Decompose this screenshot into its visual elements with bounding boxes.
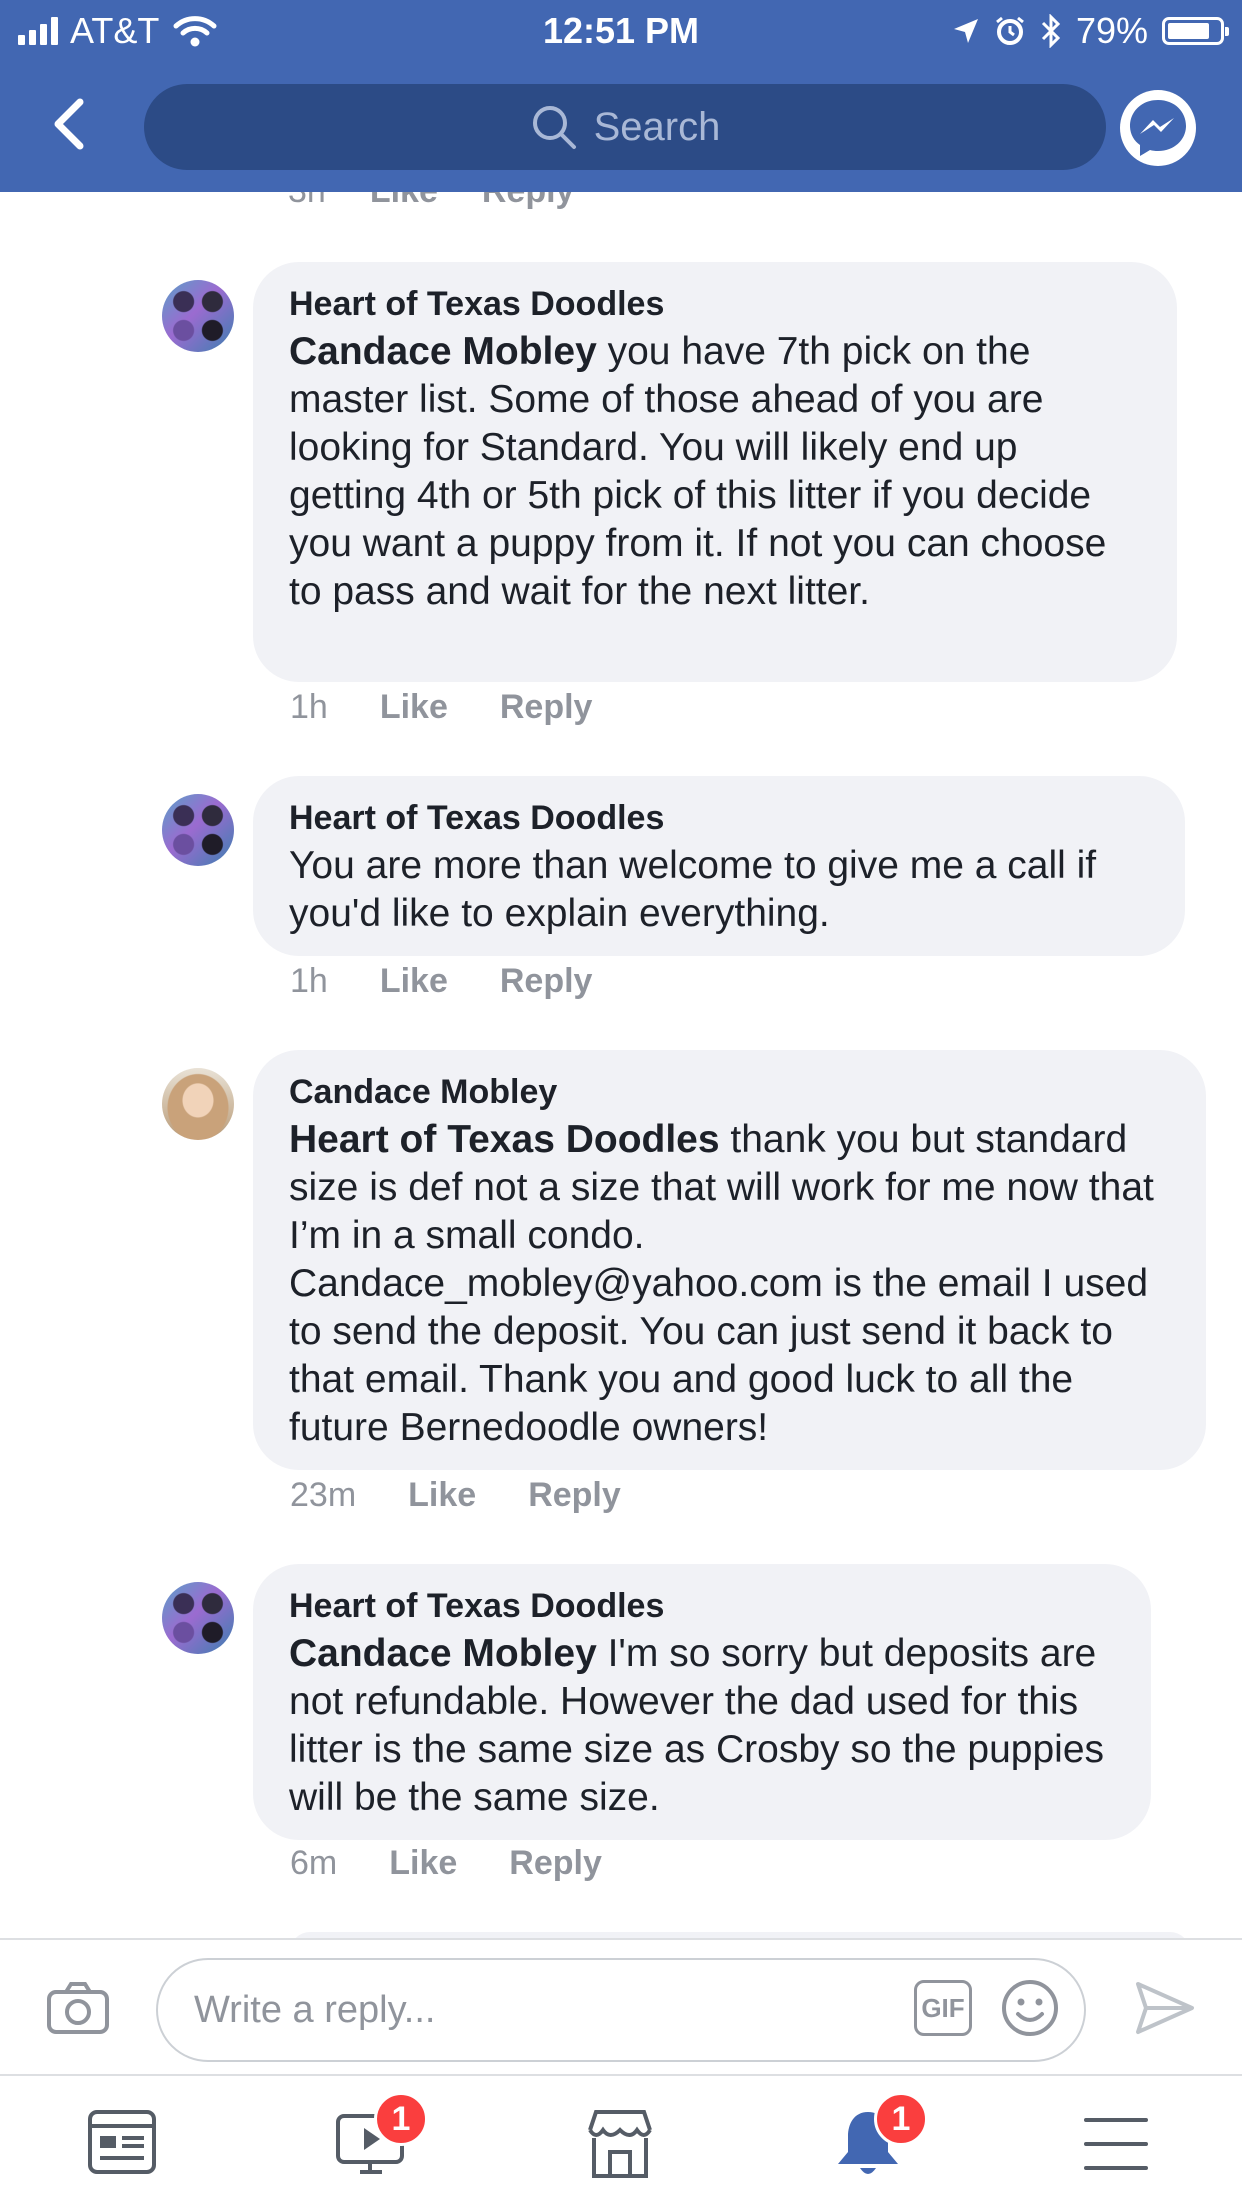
avatar[interactable] [162, 794, 234, 866]
reply-link[interactable]: Reply [500, 688, 593, 727]
comment-actions: 23m Like Reply [290, 1476, 673, 1515]
comment-bubble[interactable]: Heart of Texas Doodles You are more than… [253, 776, 1185, 956]
comment-text: Heart of Texas Doodles thank you but sta… [289, 1116, 1170, 1452]
comment-text: Candace Mobley I'm so sorry but deposits… [289, 1630, 1115, 1822]
messenger-button[interactable] [1120, 90, 1196, 166]
watch-badge: 1 [374, 2092, 428, 2146]
previous-reply-link[interactable]: Reply [482, 192, 575, 211]
comment-bubble[interactable]: Candace Mobley Heart of Texas Doodles th… [253, 1050, 1206, 1470]
comment-time: 1h [290, 688, 328, 726]
comment-actions: 1h Like Reply [290, 962, 644, 1001]
location-arrow-icon [953, 19, 978, 43]
comment-body: You are more than welcome to give me a c… [289, 844, 1097, 935]
status-bar: AT&T 12:51 PM 79% [0, 0, 1242, 64]
previous-comment-time: 3h [288, 192, 326, 211]
bluetooth-icon [1041, 14, 1061, 48]
top-header: AT&T 12:51 PM 79% Search [0, 0, 1242, 192]
comment-time: 1h [290, 962, 328, 1000]
send-icon [1136, 1982, 1194, 2034]
messenger-icon [1130, 100, 1186, 156]
comment-mention[interactable]: Candace Mobley [289, 1632, 597, 1675]
reply-composer: Write a reply... GIF [0, 1938, 1242, 2074]
comment-actions: 6m Like Reply [290, 1844, 654, 1883]
tab-news-feed[interactable] [86, 2106, 166, 2186]
search-placeholder: Search [593, 104, 721, 149]
camera-icon [47, 1982, 109, 2034]
chevron-left-icon [54, 98, 84, 150]
send-button[interactable] [1134, 1980, 1196, 2041]
comment-mention[interactable]: Heart of Texas Doodles [289, 1118, 720, 1161]
reply-link[interactable]: Reply [528, 1476, 621, 1515]
bottom-tab-bar: 1 1 [0, 2074, 1242, 2208]
avatar[interactable] [162, 1582, 234, 1654]
reply-link[interactable]: Reply [509, 1844, 602, 1883]
comment-thread: 3h Like Reply Heart of Texas Doodles Can… [0, 192, 1242, 1938]
gif-button[interactable]: GIF [914, 1980, 972, 2036]
reply-placeholder: Write a reply... [194, 1988, 436, 2031]
comment-text: Candace Mobley you have 7th pick on the … [289, 328, 1141, 616]
comment-author[interactable]: Heart of Texas Doodles [289, 798, 1149, 838]
tab-marketplace[interactable] [582, 2106, 662, 2186]
smiley-icon [1002, 1980, 1058, 2036]
comment-author[interactable]: Heart of Texas Doodles [289, 1586, 1115, 1626]
tab-watch[interactable]: 1 [334, 2092, 428, 2186]
avatar[interactable] [162, 280, 234, 352]
tab-notifications[interactable]: 1 [830, 2092, 928, 2186]
reply-link[interactable]: Reply [500, 962, 593, 1001]
comment-time: 6m [290, 1844, 338, 1882]
notifications-badge: 1 [874, 2092, 928, 2146]
comment-mention[interactable]: Candace Mobley [289, 330, 597, 373]
comment-actions: 1h Like Reply [290, 688, 644, 727]
comment-bubble[interactable]: Heart of Texas Doodles Candace Mobley yo… [253, 262, 1177, 682]
alarm-clock-icon [996, 16, 1024, 45]
like-link[interactable]: Like [389, 1844, 457, 1883]
comment-bubble[interactable]: Heart of Texas Doodles Candace Mobley I'… [253, 1564, 1151, 1840]
comment-body: thank you but standard size is def not a… [289, 1118, 1154, 1449]
like-link[interactable]: Like [408, 1476, 476, 1515]
previous-like-link[interactable]: Like [370, 192, 438, 211]
previous-comment-actions: 3h Like Reply [288, 192, 618, 211]
comment-time: 23m [290, 1476, 357, 1514]
status-icons: 79% [952, 10, 1229, 52]
comment-text: You are more than welcome to give me a c… [289, 842, 1149, 938]
battery-icon [1162, 17, 1229, 45]
comment-author[interactable]: Heart of Texas Doodles [289, 284, 1141, 324]
news-feed-icon [88, 2110, 156, 2174]
camera-button[interactable] [46, 1980, 110, 2041]
search-icon [532, 106, 576, 149]
emoji-button[interactable] [1000, 1978, 1060, 2043]
hamburger-menu-icon [1084, 2118, 1148, 2170]
like-link[interactable]: Like [380, 688, 448, 727]
like-link[interactable]: Like [380, 962, 448, 1001]
search-input[interactable]: Search [144, 84, 1106, 170]
comment-author[interactable]: Candace Mobley [289, 1072, 1170, 1112]
battery-percent: 79% [1075, 10, 1148, 51]
avatar[interactable] [162, 1068, 234, 1140]
marketplace-icon [588, 2110, 652, 2178]
tab-menu[interactable] [1078, 2106, 1158, 2186]
back-button[interactable] [48, 96, 98, 156]
